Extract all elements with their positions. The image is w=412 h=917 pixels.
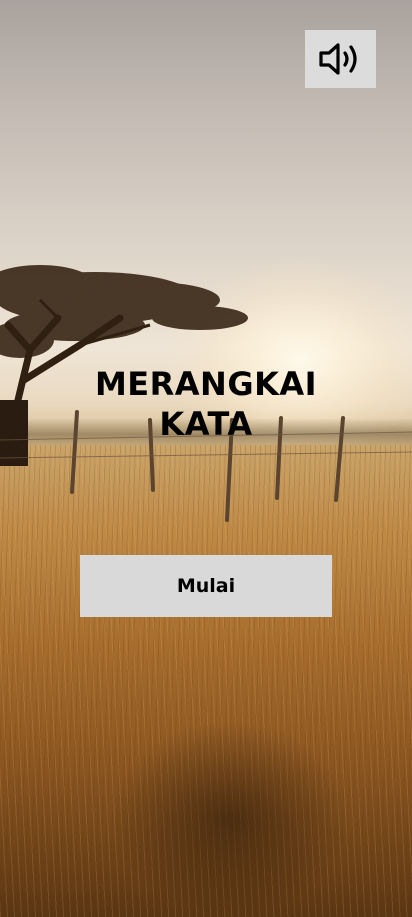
game-title-line1: MERANGKAI xyxy=(94,365,318,403)
sound-toggle-button[interactable] xyxy=(305,30,376,88)
fence-illustration xyxy=(0,410,412,522)
start-button[interactable]: Mulai xyxy=(80,555,332,617)
game-start-screen: MERANGKAI KATA Mulai xyxy=(0,0,412,917)
speaker-volume-icon xyxy=(318,43,357,75)
game-title: MERANGKAI KATA xyxy=(0,364,412,444)
game-title-line2: KATA xyxy=(159,405,253,443)
